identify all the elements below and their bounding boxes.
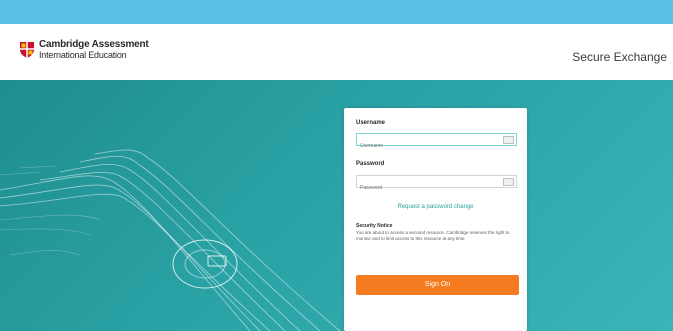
logo-subtitle: International Education [39,50,127,60]
app-title: Secure Exchange [572,50,667,64]
hero-background [0,80,673,331]
keyboard-icon[interactable] [503,136,514,144]
top-accent-bar [0,0,673,24]
password-input[interactable] [357,182,500,194]
keyboard-icon[interactable] [503,178,514,186]
sign-on-button[interactable]: Sign On [356,275,519,295]
security-notice-title: Security Notice [356,223,393,229]
logo-title: Cambridge Assessment [39,39,149,50]
login-panel: Username Password Request a password cha… [344,108,527,331]
shield-icon [20,42,34,58]
username-field[interactable] [356,133,517,152]
brand-logo[interactable]: Cambridge Assessment International Educa… [19,40,149,60]
password-label: Password [356,161,385,167]
password-change-link[interactable]: Request a password change [344,204,527,210]
username-label: Username [356,120,386,126]
decorative-lines-graphic [0,149,341,331]
username-input[interactable] [357,140,500,152]
security-notice-text: You are about to access a secured resour… [356,230,510,241]
password-field[interactable] [356,175,517,194]
